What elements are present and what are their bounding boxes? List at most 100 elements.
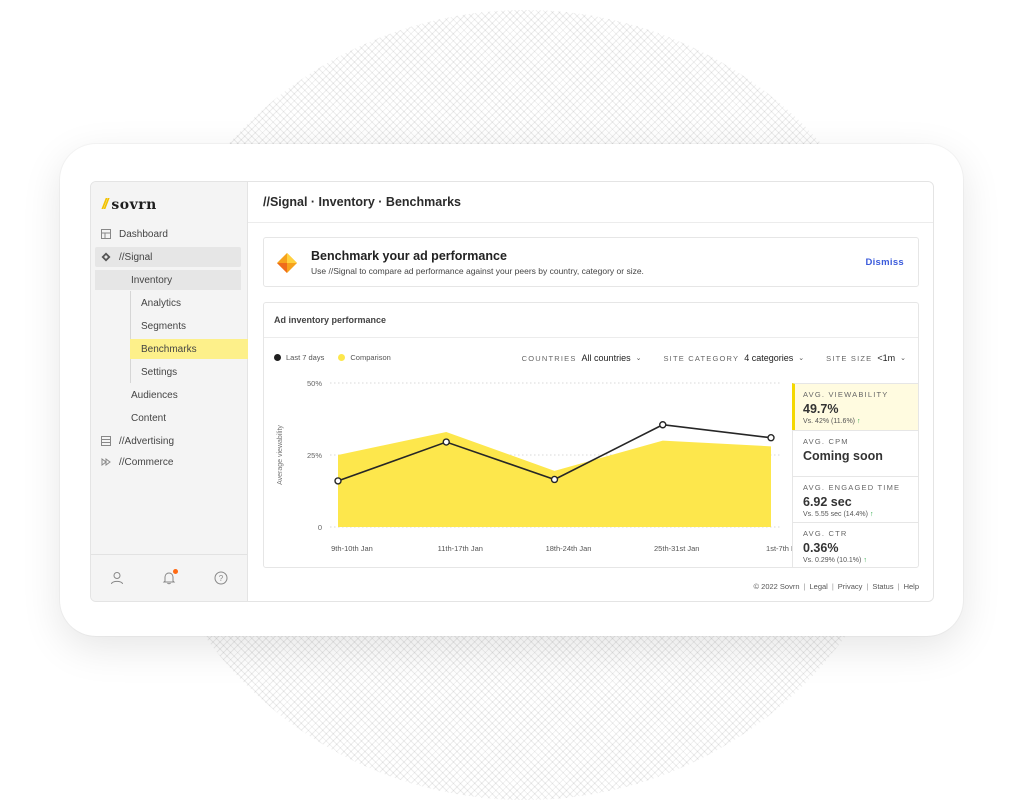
filter-value: 4 categories — [744, 353, 794, 363]
arrow-up-icon: ↑ — [863, 557, 867, 564]
signal-icon — [101, 252, 111, 262]
x-tick-label: 11th-17th Jan — [438, 544, 483, 553]
separator: | — [866, 582, 869, 591]
sidebar-item-label: Segments — [141, 320, 187, 332]
separator: | — [897, 582, 900, 591]
data-point — [442, 438, 450, 446]
dashboard-icon — [101, 229, 111, 239]
stat-label: AVG. CTR — [803, 529, 848, 538]
banner-title: Benchmark your ad performance — [311, 249, 507, 263]
benchmark-banner: Benchmark your ad performance Use //Sign… — [263, 237, 919, 287]
chevron-down-icon: ⌄ — [635, 355, 642, 362]
stat-avg-viewability[interactable]: AVG. VIEWABILITY 49.7% Vs. 42% (11.6%) ↑ — [792, 383, 918, 430]
data-point — [659, 421, 667, 429]
sidebar-item-benchmarks[interactable]: Benchmarks — [130, 339, 251, 359]
breadcrumb: //Signal · Inventory · Benchmarks — [263, 195, 461, 209]
sidebar-item-settings[interactable]: Settings — [95, 362, 241, 382]
chevron-down-icon: ⌄ — [798, 355, 805, 362]
x-tick-label: 1st-7th Feb — [766, 544, 792, 553]
sidebar-item-label: Settings — [141, 366, 178, 378]
stat-avg-ctr[interactable]: AVG. CTR 0.36% Vs. 0.29% (10.1%) ↑ — [792, 522, 918, 567]
sidebar-item-label: Content — [131, 412, 167, 424]
x-tick-label: 25th-31st Jan — [654, 544, 699, 553]
stat-sub: Vs. 5.55 sec (14.4%) — [803, 511, 868, 518]
legend-dot — [338, 354, 346, 361]
stat-avg-cpm[interactable]: AVG. CPM Coming soon — [792, 430, 918, 476]
filter-label: SITE SIZE — [826, 353, 873, 363]
sidebar-item-label: //Signal — [119, 251, 153, 263]
sidebar: // sovrn Dashboard //Signal Inventory An… — [91, 182, 251, 601]
sidebar-item-signal[interactable]: //Signal — [95, 247, 241, 267]
data-point — [767, 434, 775, 442]
legend-item-comparison[interactable]: Comparison — [338, 353, 391, 362]
stat-value: Coming soon — [803, 449, 883, 463]
commerce-icon — [101, 457, 111, 467]
top-bar: //Signal · Inventory · Benchmarks — [248, 182, 933, 223]
stats-column: AVG. VIEWABILITY 49.7% Vs. 42% (11.6%) ↑… — [792, 383, 918, 567]
stat-label: AVG. VIEWABILITY — [803, 390, 889, 399]
stat-comparison: Vs. 0.29% (10.1%) ↑ — [803, 557, 918, 564]
sidebar-item-inventory[interactable]: Inventory — [95, 270, 241, 290]
chart-legend: Last 7 days Comparison — [274, 353, 391, 362]
separator: | — [831, 582, 834, 591]
sidebar-item-label: Benchmarks — [141, 343, 197, 355]
stat-label: AVG. ENGAGED TIME — [803, 483, 901, 492]
site-category-filter[interactable]: SITE CATEGORY 4 categories ⌄ — [663, 353, 804, 363]
signal-logo-icon — [276, 252, 298, 274]
arrow-up-icon: ↑ — [869, 511, 874, 518]
legend-item-last-7-days[interactable]: Last 7 days — [274, 353, 324, 362]
stat-sub: Vs. 0.29% (10.1%) — [803, 557, 862, 564]
footer-link-privacy[interactable]: Privacy — [838, 582, 863, 591]
sidebar-item-label: Inventory — [131, 274, 173, 286]
stat-value: 6.92 sec — [803, 495, 852, 509]
stat-label: AVG. CPM — [803, 437, 849, 446]
sidebar-item-audiences[interactable]: Audiences — [95, 385, 241, 405]
stat-value: 0.36% — [803, 541, 839, 555]
chevron-down-icon: ⌄ — [900, 355, 906, 362]
sidebar-item-label: Audiences — [131, 389, 178, 401]
site-size-filter[interactable]: SITE SIZE <1m ⌄ — [826, 353, 906, 363]
sidebar-item-segments[interactable]: Segments — [95, 316, 241, 336]
help-icon[interactable]: ? — [214, 571, 228, 585]
main-content: //Signal · Inventory · Benchmarks Benchm… — [248, 182, 933, 601]
stat-sub: Vs. 42% (11.6%) — [803, 418, 856, 425]
sidebar-footer: ? — [91, 554, 247, 601]
stat-comparison: Vs. 42% (11.6%) ↑ — [803, 418, 918, 425]
sidebar-item-commerce[interactable]: //Commerce — [95, 452, 241, 472]
user-icon[interactable] — [110, 571, 124, 585]
dismiss-button[interactable]: Dismiss — [865, 257, 904, 268]
footer-link-legal[interactable]: Legal — [809, 582, 827, 591]
legend-label: Comparison — [350, 353, 391, 362]
stat-value: 49.7% — [803, 402, 839, 416]
panel-header: Ad inventory performance — [264, 303, 918, 338]
x-tick-label: 9th-10th Jan — [331, 544, 373, 553]
footer-link-status[interactable]: Status — [872, 582, 893, 591]
sidebar-item-label: Analytics — [141, 297, 182, 309]
countries-filter[interactable]: COUNTRIES All countries ⌄ — [522, 353, 642, 363]
data-point — [334, 477, 342, 485]
sidebar-item-analytics[interactable]: Analytics — [95, 293, 241, 313]
bell-icon[interactable] — [162, 569, 178, 585]
x-tick-label: 18th-24th Jan — [546, 544, 592, 553]
notification-dot — [173, 569, 178, 574]
logo[interactable]: // sovrn — [102, 196, 157, 213]
stat-avg-engaged-time[interactable]: AVG. ENGAGED TIME 6.92 sec Vs. 5.55 sec … — [792, 476, 918, 522]
filter-label: SITE CATEGORY — [663, 353, 740, 363]
arrow-up-icon: ↑ — [856, 418, 861, 425]
y-tick-label: 50% — [307, 379, 322, 388]
filter-value: All countries — [581, 353, 631, 363]
filters: COUNTRIES All countries ⌄ SITE CATEGORY … — [522, 353, 906, 363]
sidebar-item-dashboard[interactable]: Dashboard — [95, 224, 241, 244]
stat-comparison: Vs. 5.55 sec (14.4%) ↑ — [803, 511, 918, 518]
footer-link-help[interactable]: Help — [904, 582, 919, 591]
sidebar-item-content[interactable]: Content — [95, 408, 241, 428]
logo-text: sovrn — [111, 196, 157, 213]
sidebar-item-advertising[interactable]: //Advertising — [95, 431, 241, 451]
legend-dot — [274, 354, 281, 361]
data-point — [550, 475, 559, 484]
filter-value: <1m — [877, 353, 896, 363]
y-tick-label: 0 — [318, 523, 322, 532]
svg-text:?: ? — [219, 574, 224, 583]
viewability-chart: 50% 25% 0 Average viewability 9th-10th Jan 11… — [277, 379, 792, 553]
y-axis-label: Average viewability — [277, 425, 284, 485]
